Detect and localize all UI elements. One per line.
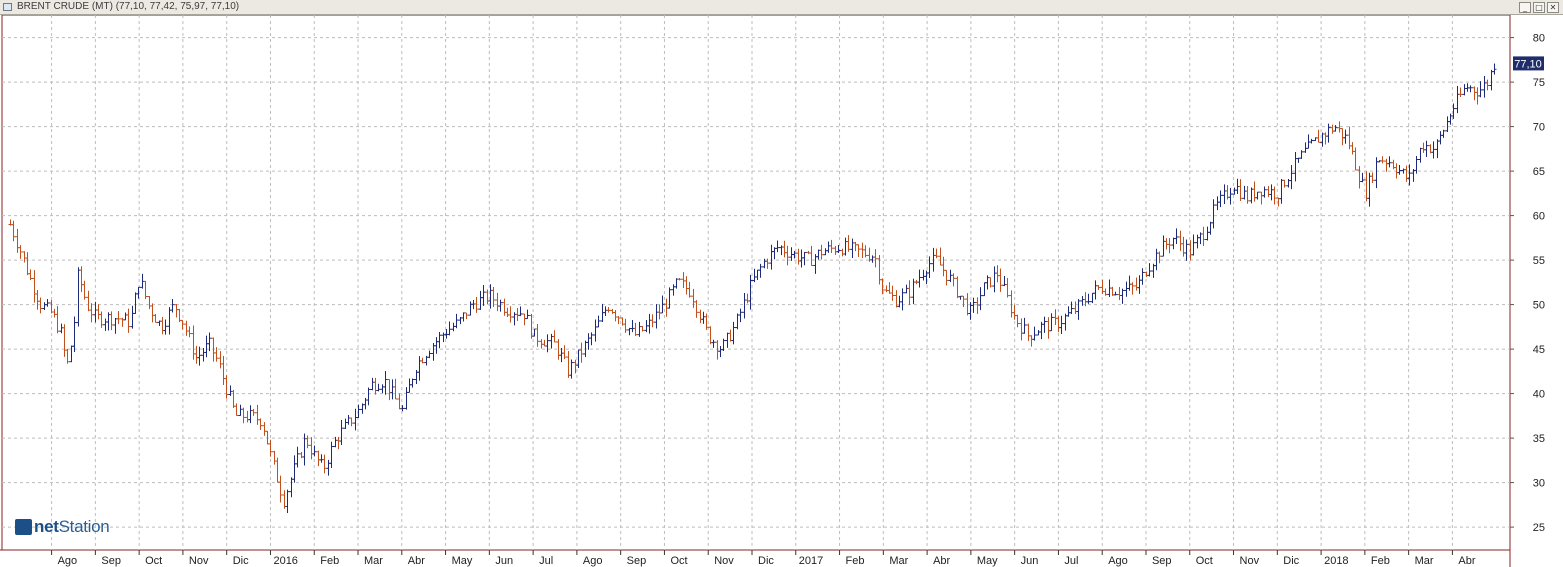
x-month-label: Mar <box>889 555 908 567</box>
x-month-label: Ago <box>1108 555 1128 567</box>
x-month-label: Dic <box>233 555 249 567</box>
x-month-label: Oct <box>145 555 162 567</box>
netstation-logo-icon <box>15 519 32 535</box>
x-month-label: Abr <box>933 555 950 567</box>
netstation-logo-text: netStation <box>34 517 110 536</box>
x-month-label: Nov <box>1240 555 1260 567</box>
x-month-label: Feb <box>846 555 865 567</box>
x-month-label: Nov <box>714 555 734 567</box>
x-month-label: Dic <box>1283 555 1299 567</box>
close-button[interactable]: ✕ <box>1547 2 1559 13</box>
y-tick-label: 30 <box>1533 478 1545 490</box>
window-title: BRENT CRUDE (MT) (77,10, 77,42, 75,97, 7… <box>17 1 240 12</box>
x-month-label: Mar <box>1415 555 1434 567</box>
window-icon[interactable] <box>3 3 12 11</box>
chart-window: BRENT CRUDE (MT) (77,10, 77,42, 75,97, 7… <box>0 0 1563 567</box>
x-month-label: Mar <box>364 555 383 567</box>
price-chart[interactable]: 25 30 35 40 45 50 55 60 65 70 75 80 Ago Sep Oct Nov Dic 2… <box>0 15 1563 567</box>
netstation-logo: netStation <box>15 516 110 538</box>
x-month-label: Nov <box>189 555 209 567</box>
x-month-label: Sep <box>1152 555 1172 567</box>
x-year-label: 2017 <box>799 555 823 567</box>
x-month-label: Ago <box>58 555 78 567</box>
y-tick-label: 60 <box>1533 211 1545 223</box>
x-month-label: Sep <box>101 555 121 567</box>
x-month-label: Oct <box>670 555 687 567</box>
minimize-button[interactable]: _ <box>1519 2 1531 13</box>
x-month-label: Abr <box>408 555 425 567</box>
x-month-label: Jul <box>539 555 553 567</box>
window-titlebar[interactable]: BRENT CRUDE (MT) (77,10, 77,42, 75,97, 7… <box>0 0 1563 15</box>
y-tick-label: 45 <box>1533 344 1545 356</box>
x-month-label: May <box>452 555 473 567</box>
x-month-label: Abr <box>1458 555 1475 567</box>
x-year-label: 2016 <box>273 555 297 567</box>
maximize-button[interactable]: □ <box>1533 2 1545 13</box>
x-month-label: Feb <box>1371 555 1390 567</box>
x-month-label: Ago <box>583 555 603 567</box>
y-tick-label: 50 <box>1533 300 1545 312</box>
y-tick-label: 55 <box>1533 255 1545 267</box>
y-tick-label: 75 <box>1533 77 1545 89</box>
y-tick-label: 25 <box>1533 522 1545 534</box>
plot-area <box>1 15 1511 551</box>
y-tick-label: 35 <box>1533 433 1545 445</box>
y-tick-label: 65 <box>1533 166 1545 178</box>
x-month-label: Feb <box>320 555 339 567</box>
y-tick-label: 80 <box>1533 33 1545 45</box>
x-month-label: Dic <box>758 555 774 567</box>
x-month-label: Jun <box>495 555 513 567</box>
x-month-label: May <box>977 555 998 567</box>
x-month-label: Jul <box>1064 555 1078 567</box>
last-price-label: 77,10 <box>1514 58 1542 70</box>
x-month-label: Oct <box>1196 555 1213 567</box>
y-tick-label: 40 <box>1533 389 1545 401</box>
y-tick-label: 70 <box>1533 122 1545 134</box>
x-year-label: 2018 <box>1324 555 1348 567</box>
x-month-label: Sep <box>627 555 647 567</box>
x-month-label: Jun <box>1021 555 1039 567</box>
